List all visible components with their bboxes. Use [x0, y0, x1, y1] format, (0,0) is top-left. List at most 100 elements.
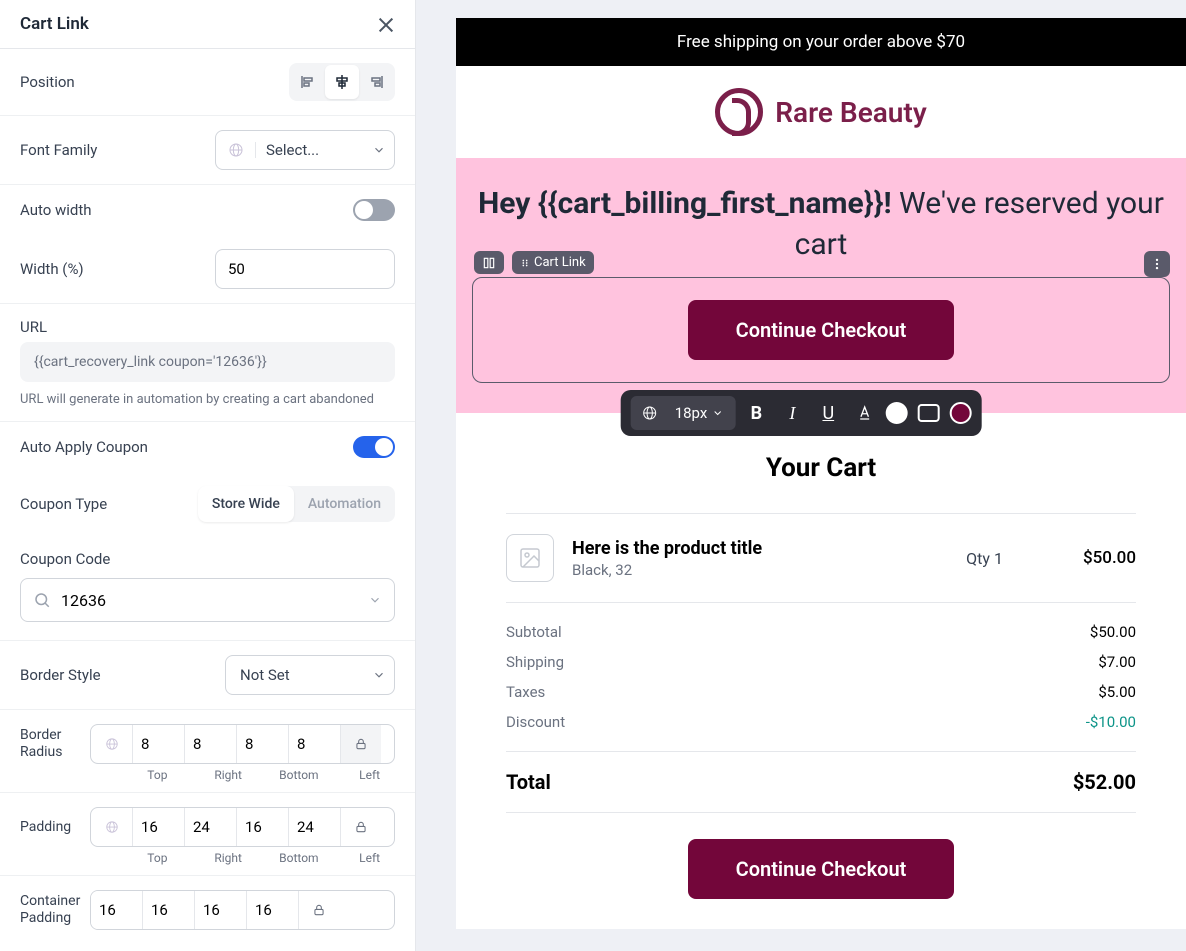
columns-icon — [482, 256, 496, 270]
border-style-label: Border Style — [20, 666, 101, 684]
settings-panel: Cart Link Position Font Family Select... — [0, 0, 416, 951]
position-row: Position — [0, 49, 415, 116]
chevron-down-icon — [364, 143, 394, 157]
padding-left-input[interactable] — [289, 808, 341, 846]
radius-right-input[interactable] — [185, 725, 237, 763]
url-field[interactable]: {{cart_recovery_link coupon='12636'}} — [20, 342, 395, 382]
cpad-right-input[interactable] — [143, 891, 195, 929]
search-icon — [33, 591, 51, 609]
brand-row: Rare Beauty — [456, 66, 1186, 158]
shipping-value: $7.00 — [1098, 653, 1136, 671]
border-radius-label: Border Radius — [20, 727, 78, 761]
align-left-icon — [300, 74, 316, 90]
align-right-icon — [368, 74, 384, 90]
shipping-label: Shipping — [506, 653, 564, 671]
border-style-select[interactable]: Not Set — [225, 655, 395, 695]
font-family-row: Font Family Select... — [0, 116, 415, 185]
drag-icon — [520, 258, 530, 268]
container-padding-quad — [90, 890, 395, 930]
border-style-value: Not Set — [226, 666, 364, 684]
lock-icon[interactable] — [341, 808, 381, 846]
border-style-row: Border Style Not Set — [0, 641, 415, 710]
continue-checkout-button[interactable]: Continue Checkout — [688, 300, 955, 360]
coupon-code-label: Coupon Code — [20, 550, 110, 568]
cpad-bottom-input[interactable] — [195, 891, 247, 929]
font-family-label: Font Family — [20, 141, 97, 159]
container-button[interactable] — [913, 398, 943, 428]
position-segmented — [289, 63, 395, 101]
font-family-select[interactable]: Select... — [215, 130, 395, 170]
text-toolbar: 18px B I U — [621, 390, 982, 436]
coupon-code-input[interactable] — [61, 591, 358, 610]
chip-label: Cart Link — [534, 255, 586, 270]
taxes-value: $5.00 — [1098, 683, 1136, 701]
underline-button[interactable]: U — [813, 398, 843, 428]
lock-icon[interactable] — [299, 891, 339, 929]
accent-color-swatch[interactable] — [949, 402, 971, 424]
padding-label: Padding — [20, 819, 78, 836]
subtotal-value: $50.00 — [1090, 623, 1136, 641]
continue-checkout-button-2[interactable]: Continue Checkout — [688, 839, 955, 899]
padding-right-input[interactable] — [185, 808, 237, 846]
cart-link-block[interactable]: Continue Checkout — [472, 277, 1170, 383]
chevron-down-icon — [364, 668, 394, 682]
auto-apply-toggle[interactable] — [353, 436, 395, 458]
radius-bottom-input[interactable] — [237, 725, 289, 763]
store-wide-button[interactable]: Store Wide — [198, 486, 294, 522]
panel-header: Cart Link — [0, 0, 415, 49]
kebab-button[interactable] — [1144, 251, 1170, 277]
panel-title: Cart Link — [20, 14, 89, 34]
product-title: Here is the product title — [572, 538, 762, 559]
subtotal-label: Subtotal — [506, 623, 562, 641]
coupon-code-row: Coupon Code — [0, 536, 415, 568]
auto-width-toggle[interactable] — [353, 199, 395, 221]
product-qty: Qty 1 — [966, 549, 1003, 568]
container-padding-label: Container Padding — [20, 893, 78, 927]
product-row: Here is the product title Black, 32 Qty … — [506, 514, 1136, 602]
globe-icon — [91, 725, 133, 763]
padding-row: Padding Top Right Bottom Left — [0, 793, 415, 876]
radius-top-input[interactable] — [133, 725, 185, 763]
shipping-banner: Free shipping on your order above $70 — [456, 18, 1186, 66]
url-label: URL — [20, 318, 47, 336]
url-row: URL — [0, 304, 415, 342]
brand-logo-icon — [715, 88, 763, 136]
bold-button[interactable]: B — [741, 398, 771, 428]
url-hint: URL will generate in automation by creat… — [0, 390, 415, 422]
width-input[interactable] — [215, 249, 395, 289]
padding-bottom-input[interactable] — [237, 808, 289, 846]
chevron-down-icon — [368, 593, 382, 607]
toolbar-left-seg: 18px — [631, 396, 736, 430]
cart-link-chip[interactable]: Cart Link — [512, 251, 594, 274]
align-left-button[interactable] — [291, 65, 325, 99]
product-price: $50.00 — [1083, 548, 1136, 568]
width-label: Width (%) — [20, 260, 84, 278]
columns-chip[interactable] — [474, 251, 504, 274]
coupon-type-segmented: Store Wide Automation — [198, 486, 395, 522]
align-right-button[interactable] — [359, 65, 393, 99]
automation-button[interactable]: Automation — [294, 486, 395, 522]
padding-top-input[interactable] — [133, 808, 185, 846]
bg-color-swatch[interactable] — [885, 402, 907, 424]
radius-left-input[interactable] — [289, 725, 341, 763]
email-preview: Free shipping on your order above $70 Ra… — [416, 0, 1186, 951]
auto-width-label: Auto width — [20, 201, 92, 219]
cpad-top-input[interactable] — [91, 891, 143, 929]
edge-labels: Top Right Bottom Left — [20, 847, 395, 875]
coupon-type-row: Coupon Type Store Wide Automation — [0, 472, 415, 536]
font-size-select[interactable]: 18px — [667, 400, 732, 426]
cart-section: Your Cart Here is the product title Blac… — [456, 413, 1186, 929]
align-center-button[interactable] — [325, 65, 359, 99]
cpad-left-input[interactable] — [247, 891, 299, 929]
totals: Subtotal$50.00 Shipping$7.00 Taxes$5.00 … — [506, 603, 1136, 751]
close-icon[interactable] — [377, 15, 395, 33]
total-value: $52.00 — [1073, 770, 1136, 794]
chevron-down-icon — [711, 407, 723, 419]
globe-icon[interactable] — [635, 398, 665, 428]
lock-icon[interactable] — [341, 725, 381, 763]
border-radius-quad — [90, 724, 395, 764]
text-color-button[interactable] — [849, 398, 879, 428]
italic-button[interactable]: I — [777, 398, 807, 428]
grand-total-row: Total $52.00 — [506, 752, 1136, 812]
coupon-code-search[interactable] — [20, 578, 395, 622]
